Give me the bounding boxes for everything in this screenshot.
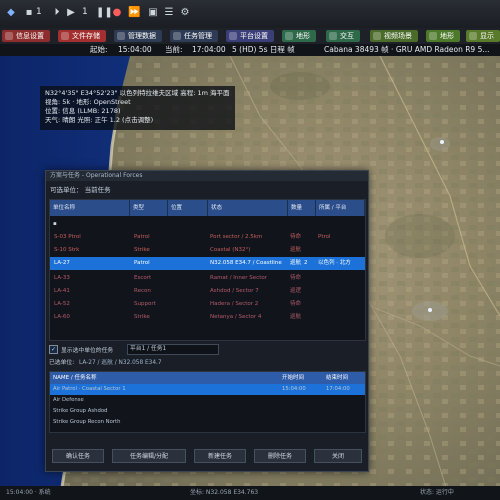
tab-terrain[interactable]: 地形 [282, 30, 316, 42]
stop-icon[interactable]: ▪ [24, 8, 34, 18]
map-info-line: 视角: 5k · 地形: OpenStreet [45, 98, 131, 106]
coordinate-readout: 坐标: N32.058 E34.763 [190, 489, 259, 496]
edit-task-button[interactable]: 任务编辑/分配 [112, 449, 186, 463]
task-row-selected[interactable]: Air Patrol · Coastal Sector 1 15:04:00 1… [50, 384, 365, 395]
confirm-task-button[interactable]: 确认任务 [52, 449, 104, 463]
map-info-line: 位置: 信息 (LLMB: 2178) [45, 107, 121, 115]
column-header[interactable]: 类型 [130, 200, 168, 216]
tab-data-management[interactable]: 管理数据 [114, 30, 162, 42]
speed-value: 1 [82, 7, 88, 17]
run-status: 状态: 运行中 [420, 489, 454, 496]
fast-forward-icon[interactable]: ⏩ [128, 8, 140, 18]
current-time: 17:04:00 [192, 45, 226, 54]
table-row[interactable]: LA-60 Strike Netanya / Sector 4 巡航 [50, 311, 365, 324]
tab-interaction[interactable]: 交互 [326, 30, 360, 42]
tab-video-scene[interactable]: 视频场景 [370, 30, 418, 42]
table-row[interactable]: LA-52 Support Hadera / Sector 2 待命 [50, 298, 365, 311]
table-row[interactable]: S-10 Strk Strike Coastal (N32°) 巡航 [50, 244, 365, 257]
start-label: 起始: [90, 45, 108, 54]
tasks-table: NAME / 任务名称 开始时间 结束时间 Air Patrol · Coast… [49, 371, 366, 433]
task-dropdown[interactable]: 平台1 / 任务1 [127, 344, 219, 355]
dialog-subtitle: 可选单位： 当前任务 [50, 186, 111, 194]
close-button[interactable]: 关闭 [314, 449, 362, 463]
gear-icon[interactable]: ⚙ [180, 8, 190, 18]
tab-platform-settings[interactable]: 平台设置 [226, 30, 274, 42]
table-row[interactable]: LA-33 Escort Ramat / Inner Sector 待命 [50, 272, 365, 285]
new-task-button[interactable]: 新建任务 [194, 449, 246, 463]
table-row-selected[interactable]: LA-27 Patrol N32.058 E34.7 / Coastline 巡… [50, 257, 365, 270]
app-icon[interactable]: ◆ [6, 8, 16, 18]
bottom-status-bar: 15:04:00 · 系统 坐标: N32.058 E34.763 状态: 运行… [0, 486, 500, 500]
column-header[interactable]: 开始时间 [282, 372, 304, 384]
options-row: ✓ 显示选中单位的任务 平台1 / 任务1 已选单位: LA-27 / 巡航 /… [49, 343, 364, 367]
start-time: 15:04:00 [118, 45, 152, 54]
column-header[interactable]: 位置 [168, 200, 208, 216]
delete-task-button[interactable]: 删除任务 [254, 449, 306, 463]
map-info-line: 天气: 晴朗 光照: 正午 1.2 (点击调整) [45, 116, 154, 124]
map-info-panel: N32°4'35" E34°52'23" 以色列特拉维夫区域 高程: 1m 海平… [40, 86, 235, 130]
tasks-table-header: NAME / 任务名称 开始时间 结束时间 [50, 372, 365, 384]
gpu-info: Cabana 38493 帧 · GRU AMD Radeon R9 5... [324, 45, 490, 54]
units-table: 单位名称 类型 位置 状态 数量 所属 / 平台 ▪ S-03 Ptrol Pa… [49, 199, 366, 341]
task-dialog: 方案与任务 - Operational Forces 可选单位： 当前任务 单位… [45, 170, 369, 472]
step-icon[interactable]: ⏵ [52, 8, 62, 18]
map-marker[interactable] [440, 140, 444, 144]
pause-icon[interactable]: ❚❚ [96, 8, 113, 18]
task-row[interactable]: Strike Group Ashdod [50, 406, 365, 417]
show-tasks-checkbox[interactable]: ✓ [49, 345, 58, 354]
bottom-left-text: 15:04:00 · 系统 [6, 489, 51, 496]
tab-task-management[interactable]: 任务管理 [170, 30, 218, 42]
dialog-title[interactable]: 方案与任务 - Operational Forces [46, 171, 368, 181]
selected-label: 已选单位: [49, 360, 75, 366]
status-line: 起始: 15:04:00 当前: 17:04:00 5 (HD) 5s 日程 帧… [0, 44, 500, 56]
tab-terrain-2[interactable]: 地形 [426, 30, 460, 42]
column-header[interactable]: 单位名称 [50, 200, 130, 216]
record-icon[interactable]: ● [112, 8, 122, 18]
tab-file-storage[interactable]: 文件存储 [58, 30, 106, 42]
camera-icon[interactable]: ▣ [148, 8, 158, 18]
layers-icon[interactable]: ☰ [164, 8, 174, 18]
column-header[interactable]: 所属 / 平台 [316, 200, 365, 216]
selected-value: LA-27 / 巡航 / N32.058 E34.7 [79, 360, 162, 366]
mode-text: 5 (HD) 5s 日程 帧 [232, 45, 295, 54]
tab-display[interactable]: 显示 [466, 30, 500, 42]
dialog-buttons: 确认任务 任务编辑/分配 新建任务 删除任务 关闭 [46, 445, 368, 467]
ribbon-tabs: 信息设置 文件存储 管理数据 任务管理 平台设置 地形 交互 视频场景 地形 显… [0, 28, 500, 45]
main-toolbar: ◆ ▪ 1 ⏵ ▶ 1 ❚❚ ● ⏩ ▣ ☰ ⚙ [0, 0, 500, 29]
checkbox-label: 显示选中单位的任务 [61, 348, 114, 354]
current-label: 当前: [165, 45, 183, 54]
task-row[interactable]: Strike Group Recon North [50, 417, 365, 428]
map-info-line: N32°4'35" E34°52'23" 以色列特拉维夫区域 高程: 1m 海平… [45, 89, 230, 97]
play-icon[interactable]: ▶ [66, 8, 76, 18]
column-header[interactable]: NAME / 任务名称 [53, 372, 96, 384]
time-value: 1 [36, 7, 42, 17]
map-marker[interactable] [428, 308, 432, 312]
table-row[interactable]: S-03 Ptrol Patrol Port sector / 2.5km 待命… [50, 231, 365, 244]
column-header[interactable]: 结束时间 [326, 372, 348, 384]
column-header[interactable]: 数量 [288, 200, 316, 216]
table-row[interactable]: ▪ [50, 218, 365, 231]
tab-info-settings[interactable]: 信息设置 [2, 30, 50, 42]
table-row[interactable]: LA-41 Recon Ashdod / Sector 7 巡逻 [50, 285, 365, 298]
column-header[interactable]: 状态 [208, 200, 288, 216]
task-row[interactable]: Air Defense [50, 395, 365, 406]
